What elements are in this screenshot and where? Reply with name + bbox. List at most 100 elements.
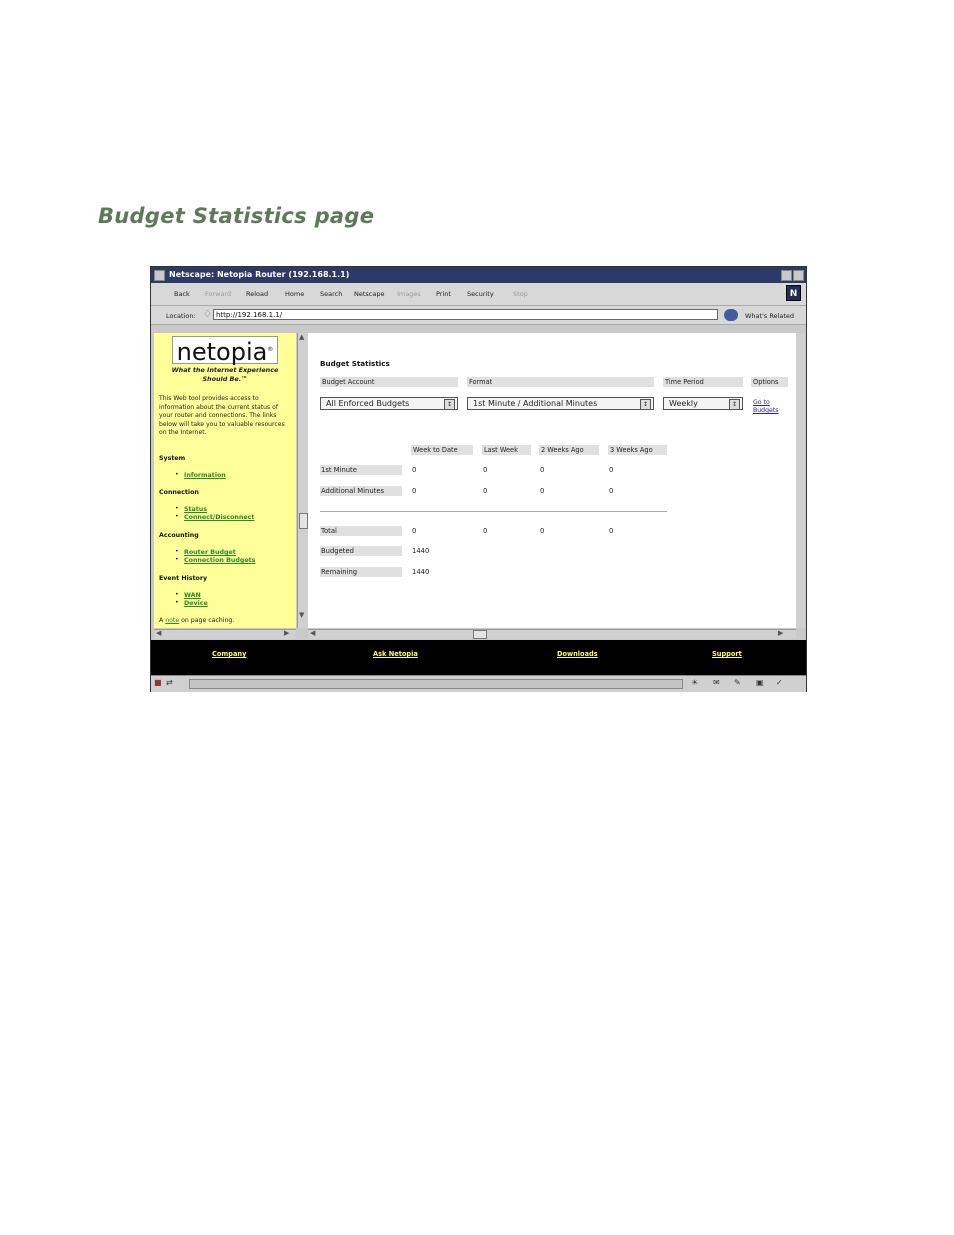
bullet-icon: • — [175, 548, 179, 555]
cell: 0 — [412, 527, 417, 535]
navigator-icon[interactable]: ☀ — [691, 678, 698, 687]
link-information[interactable]: Information — [184, 472, 226, 479]
link-wan[interactable]: WAN — [184, 592, 201, 599]
column-2-weeks-ago: 2 Weeks Ago — [539, 445, 599, 455]
header-time-period: Time Period — [663, 377, 743, 387]
cell: 0 — [412, 466, 417, 474]
scroll-left-arrow-icon[interactable]: ◀ — [310, 629, 315, 637]
netscape-logo-icon: N — [786, 285, 801, 301]
cell: 0 — [540, 466, 545, 474]
row-label-additional-minutes: Additional Minutes — [320, 486, 402, 496]
scroll-left-arrow-icon[interactable]: ◀ — [156, 629, 161, 637]
bullet-icon: • — [175, 556, 179, 563]
search-button[interactable]: Search — [320, 290, 342, 298]
scroll-thumb[interactable] — [473, 630, 487, 639]
status-bar: ■ ⇄ ☀ ✉ ✎ ▣ ✓ — [151, 675, 806, 692]
link-device[interactable]: Device — [184, 600, 208, 607]
browser-window: Netscape: Netopia Router (192.168.1.1) B… — [150, 266, 807, 692]
location-label: Location: — [166, 312, 196, 320]
bullet-icon: • — [175, 599, 179, 606]
link-connection-budgets[interactable]: Connection Budgets — [184, 557, 255, 564]
security-lock-icon[interactable]: ■ — [154, 678, 162, 687]
cell: 0 — [483, 466, 488, 474]
select-arrow-icon: ↕ — [729, 399, 740, 410]
select-arrow-icon: ↕ — [444, 399, 455, 410]
scroll-right-arrow-icon[interactable]: ▶ — [284, 629, 289, 637]
main-title: Budget Statistics — [320, 359, 390, 368]
mail-icon[interactable]: ✉ — [713, 678, 720, 687]
reload-button[interactable]: Reload — [246, 290, 268, 298]
whats-related-icon[interactable] — [724, 309, 738, 321]
images-button[interactable]: Images — [397, 290, 421, 298]
scroll-right-arrow-icon[interactable]: ▶ — [778, 629, 783, 637]
bullet-icon: • — [175, 505, 179, 512]
scroll-thumb[interactable] — [299, 513, 308, 529]
row-label-total: Total — [320, 526, 402, 536]
sidebar-vertical-scrollbar[interactable]: ▲ ▼ — [297, 333, 308, 628]
footer-link-downloads[interactable]: Downloads — [557, 650, 598, 658]
page-heading: Budget Statistics page — [98, 204, 375, 228]
format-select[interactable]: 1st Minute / Additional Minutes ↕ — [467, 397, 654, 410]
section-accounting: Accounting — [159, 532, 199, 539]
whats-related-button[interactable]: What's Related — [745, 312, 794, 320]
remaining-value: 1440 — [412, 568, 430, 576]
link-router-budget[interactable]: Router Budget — [184, 549, 236, 556]
maximize-button[interactable] — [793, 270, 804, 281]
footer-link-support[interactable]: Support — [712, 650, 742, 658]
window-title: Netscape: Netopia Router (192.168.1.1) — [169, 270, 350, 279]
bookmark-icon[interactable]: ♢ — [203, 309, 212, 320]
location-bar: Location: ♢ http://192.168.1.1/ What's R… — [151, 306, 806, 325]
header-options: Options — [751, 377, 788, 387]
footer-bar: Company Ask Netopia Downloads Support — [151, 640, 806, 675]
main-horizontal-scrollbar[interactable]: ◀ ▶ — [308, 629, 796, 639]
minimize-button[interactable] — [781, 270, 792, 281]
cell: 0 — [609, 487, 614, 495]
note-link[interactable]: note — [165, 617, 179, 624]
footer-link-company[interactable]: Company — [212, 650, 246, 658]
column-last-week: Last Week — [482, 445, 531, 455]
print-button[interactable]: Print — [436, 290, 451, 298]
scroll-up-arrow-icon[interactable]: ▲ — [299, 333, 304, 341]
address-book-icon[interactable]: ▣ — [756, 678, 764, 687]
divider — [320, 511, 667, 512]
security-button[interactable]: Security — [467, 290, 494, 298]
forward-button[interactable]: Forward — [205, 290, 231, 298]
row-label-remaining: Remaining — [320, 567, 402, 577]
cell: 0 — [540, 487, 545, 495]
window-menu-button[interactable] — [154, 270, 165, 281]
edit-icon[interactable]: ✓ — [776, 678, 783, 687]
back-button[interactable]: Back — [174, 290, 190, 298]
url-field[interactable]: http://192.168.1.1/ — [213, 309, 718, 320]
cell: 0 — [483, 527, 488, 535]
link-connect-disconnect[interactable]: Connect/Disconnect — [184, 514, 254, 521]
time-period-select[interactable]: Weekly ↕ — [663, 397, 743, 410]
navigation-toolbar: Back Forward Reload Home Search Netscape… — [151, 283, 806, 306]
composer-icon[interactable]: ✎ — [734, 678, 741, 687]
budget-account-select[interactable]: All Enforced Budgets ↕ — [320, 397, 458, 410]
column-week-to-date: Week to Date — [411, 445, 473, 455]
link-status[interactable]: Status — [184, 506, 207, 513]
caching-note: A note on page caching. — [159, 617, 235, 624]
main-vertical-scrollbar[interactable] — [796, 333, 805, 628]
stop-button[interactable]: Stop — [513, 290, 528, 298]
select-arrow-icon: ↕ — [640, 399, 651, 410]
intro-text: This Web tool provides access to informa… — [159, 395, 285, 436]
sidebar-frame: netopia® What the Internet Experience Sh… — [154, 333, 296, 628]
footer-link-ask-netopia[interactable]: Ask Netopia — [373, 650, 418, 658]
home-button[interactable]: Home — [285, 290, 304, 298]
header-format: Format — [467, 377, 654, 387]
row-label-1st-minute: 1st Minute — [320, 465, 402, 475]
go-to-budgets-link[interactable]: Go to Budgets — [753, 399, 793, 415]
netscape-button[interactable]: Netscape — [354, 290, 384, 298]
column-3-weeks-ago: 3 Weeks Ago — [608, 445, 667, 455]
section-system: System — [159, 455, 186, 462]
sidebar-horizontal-scrollbar[interactable]: ◀ ▶ — [154, 629, 296, 639]
cell: 0 — [609, 527, 614, 535]
scroll-down-arrow-icon[interactable]: ▼ — [299, 611, 304, 619]
netopia-logo: netopia® — [172, 336, 278, 365]
section-connection: Connection — [159, 489, 199, 496]
connection-icon: ⇄ — [166, 678, 173, 687]
main-frame: Budget Statistics Budget Account Format … — [308, 333, 796, 628]
cell: 0 — [609, 466, 614, 474]
cell: 0 — [540, 527, 545, 535]
